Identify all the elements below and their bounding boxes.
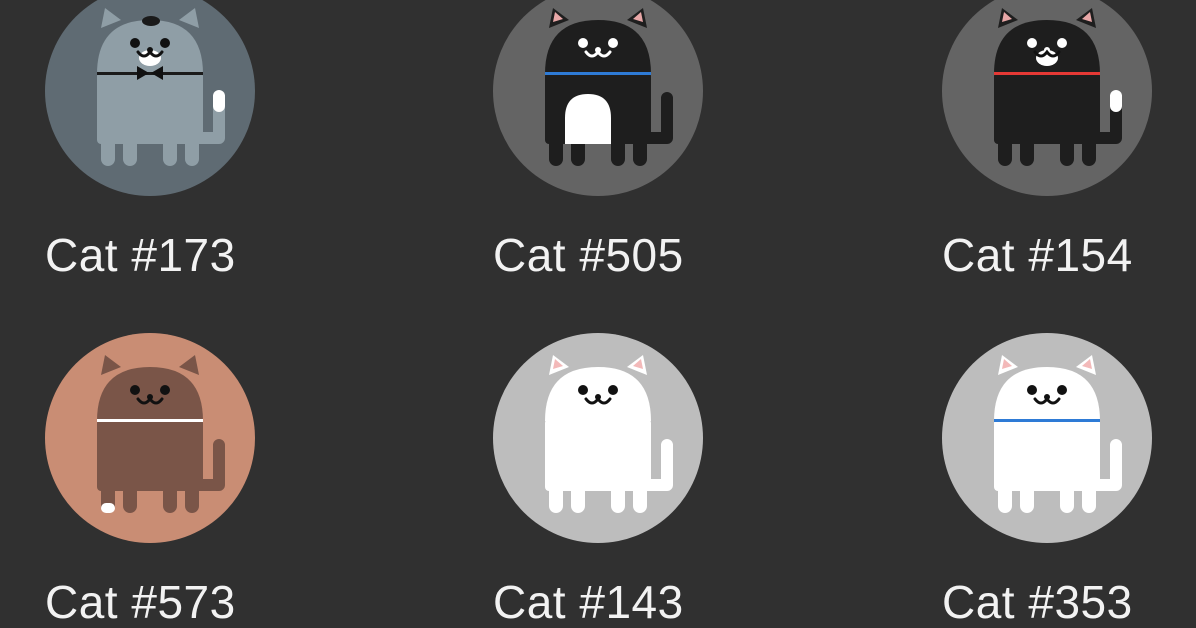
cat-name-label: Cat #143 [493,576,684,628]
cat-card-573[interactable]: Cat #573 [45,333,305,628]
cat-avatar-icon [942,0,1152,196]
cat-avatar-icon [493,0,703,196]
cat-avatar-icon [45,0,255,196]
cat-eye-left [1027,38,1037,48]
cat-name-label: Cat #573 [45,576,236,628]
cat-name-label: Cat #154 [942,229,1133,281]
cat-eye-right [608,385,618,395]
cat-body [97,72,203,144]
cat-collar [994,72,1100,75]
cat-eye-right [1057,38,1067,48]
cat-body [994,419,1100,491]
cat-eye-left [130,385,140,395]
cat-head-spot [142,16,160,26]
cat-foot-tip [101,503,115,513]
cat-card-173[interactable]: Cat #173 [45,0,305,306]
cat-belly [565,94,611,144]
cat-collar [97,419,203,422]
cat-name-label: Cat #173 [45,229,236,281]
cat-body [994,72,1100,144]
cat-collar [994,419,1100,422]
cat-eye-right [608,38,618,48]
cat-body [97,419,203,491]
cat-card-505[interactable]: Cat #505 [493,0,753,306]
cat-eye-left [130,38,140,48]
cat-avatar-icon [942,333,1152,543]
cat-collar [545,72,651,75]
cat-eye-left [578,38,588,48]
cat-avatar-icon [45,333,255,543]
cat-collar [97,72,203,75]
cat-avatar-icon [493,333,703,543]
cat-grid: Cat #173 Cat #505 Cat #154 Cat #573 Cat … [0,0,1196,628]
cat-eye-left [578,385,588,395]
cat-card-154[interactable]: Cat #154 [942,0,1196,306]
cat-card-143[interactable]: Cat #143 [493,333,753,628]
cat-card-353[interactable]: Cat #353 [942,333,1196,628]
cat-eye-right [160,385,170,395]
cat-eye-left [1027,385,1037,395]
cat-eye-right [160,38,170,48]
cat-name-label: Cat #505 [493,229,684,281]
cat-name-label: Cat #353 [942,576,1133,628]
cat-body [545,419,651,491]
cat-eye-right [1057,385,1067,395]
